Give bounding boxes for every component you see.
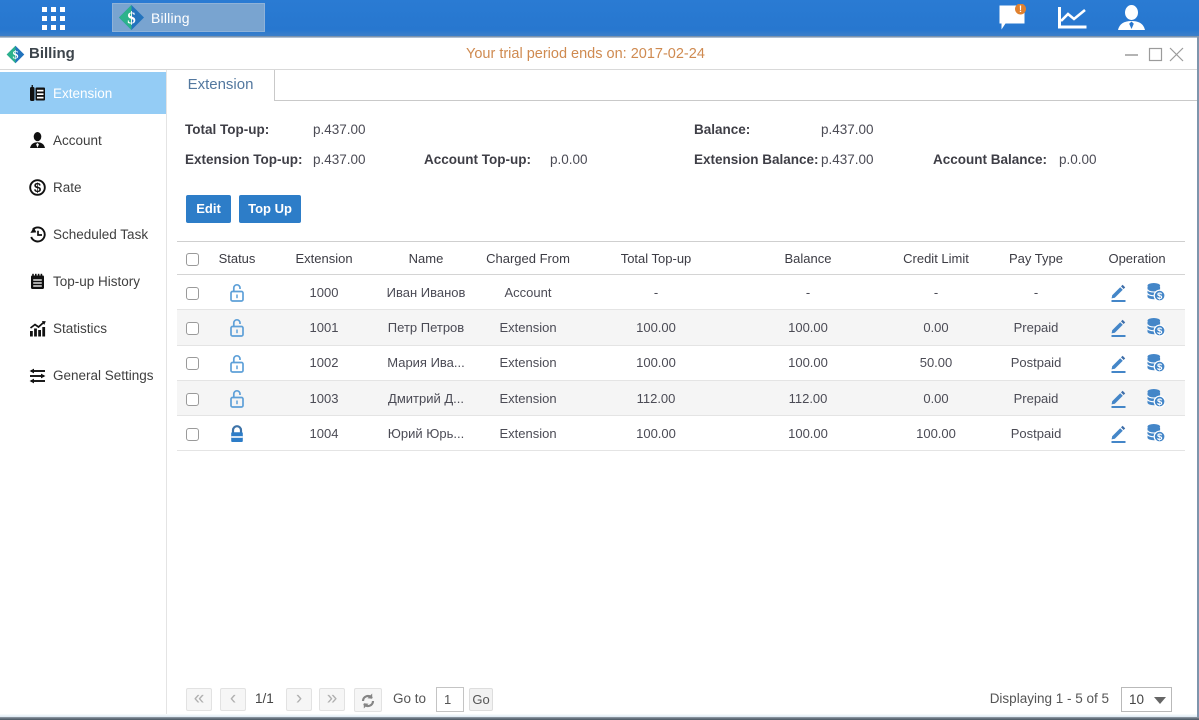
svg-text:$: $ [1156, 362, 1162, 373]
svg-text:$: $ [1156, 397, 1162, 408]
svg-text:$: $ [1156, 291, 1162, 302]
svg-text:$: $ [34, 180, 42, 195]
svg-text:$: $ [127, 9, 136, 28]
svg-text:$: $ [1156, 327, 1162, 338]
svg-text:!: ! [1019, 4, 1022, 14]
svg-text:$: $ [13, 48, 19, 62]
svg-text:$: $ [1156, 433, 1162, 444]
